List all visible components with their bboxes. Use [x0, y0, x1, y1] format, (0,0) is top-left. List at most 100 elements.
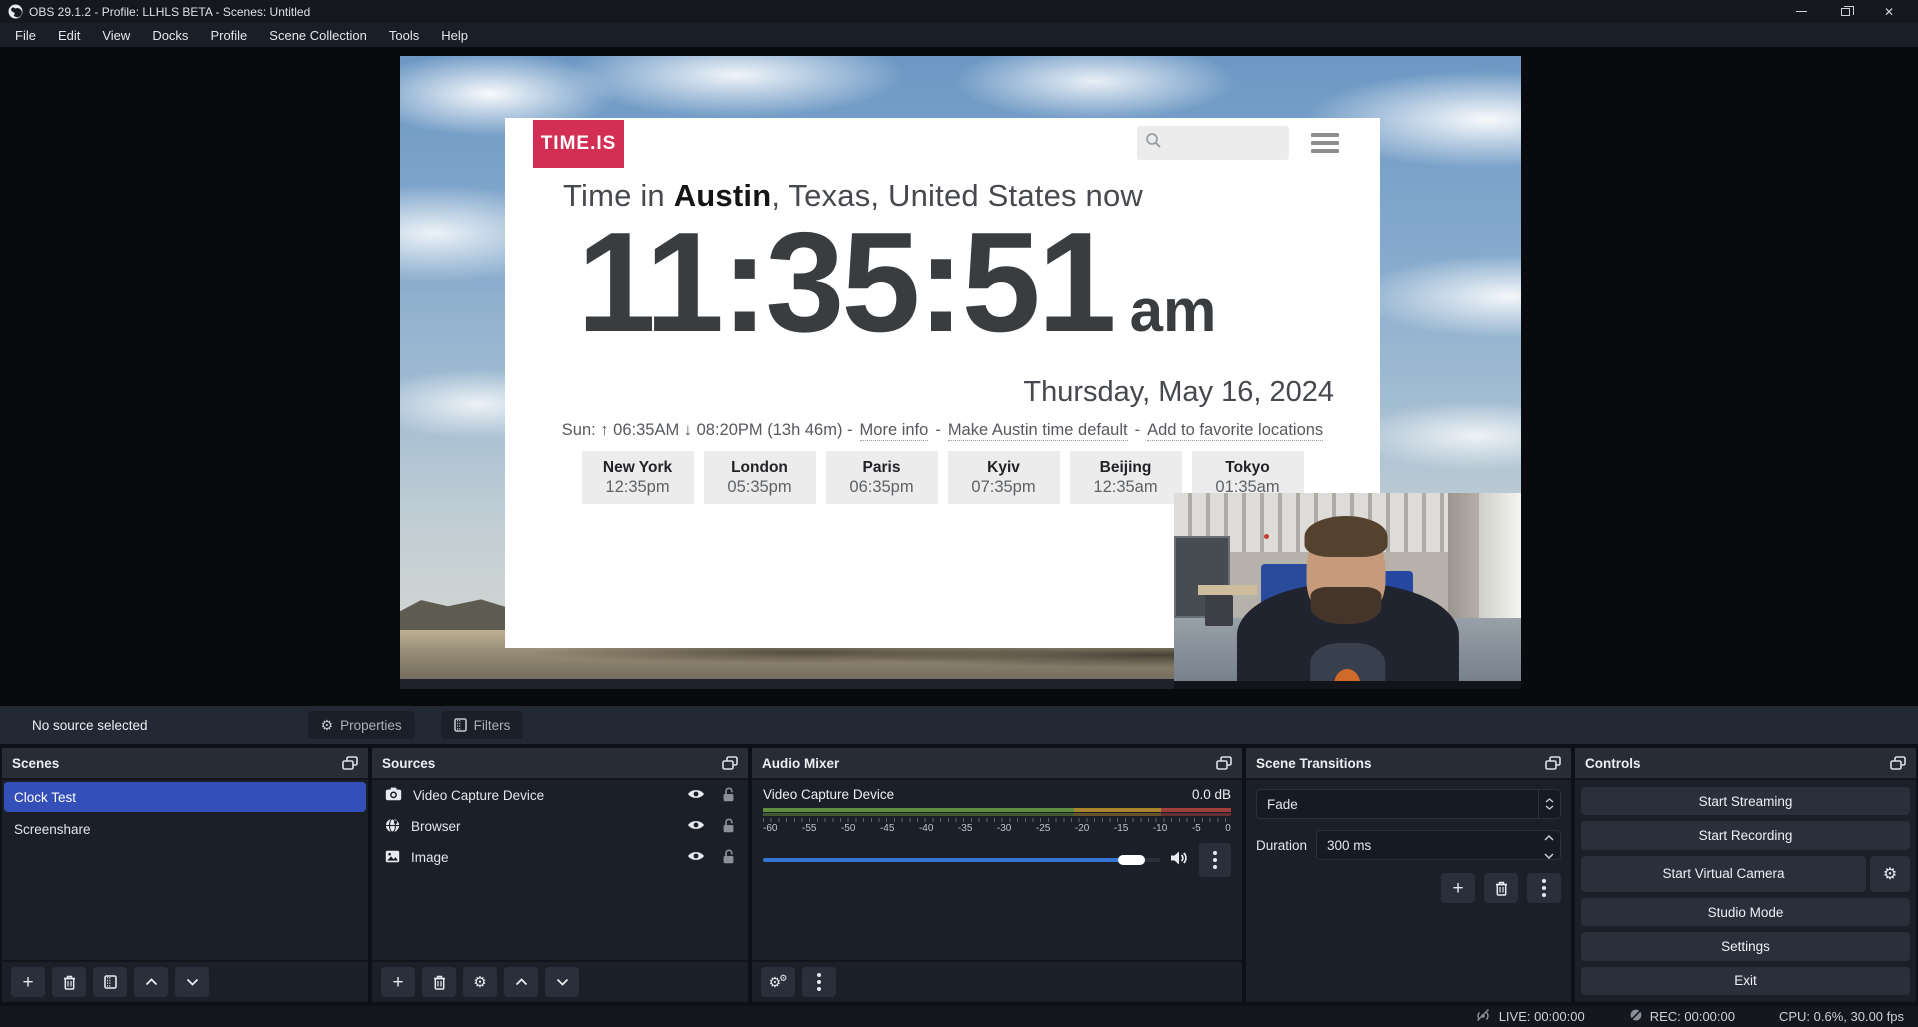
close-button[interactable]: ✕: [1874, 2, 1904, 22]
menu-edit[interactable]: Edit: [47, 23, 91, 47]
minimize-button[interactable]: [1786, 2, 1816, 22]
transition-options-button[interactable]: [1527, 873, 1561, 903]
make-default-link[interactable]: Make Austin time default: [948, 421, 1128, 441]
source-properties-button[interactable]: ⚙: [463, 967, 497, 997]
meter-bar-right: [763, 813, 1231, 816]
add-transition-button[interactable]: +: [1441, 873, 1475, 903]
start-streaming-button[interactable]: Start Streaming: [1581, 787, 1910, 815]
studio-mode-button[interactable]: Studio Mode: [1581, 898, 1910, 926]
scene-item-screenshare[interactable]: Screenshare: [4, 814, 366, 844]
move-source-down-button[interactable]: [545, 967, 579, 997]
speaker-icon[interactable]: [1170, 850, 1189, 871]
menu-profile[interactable]: Profile: [199, 23, 258, 47]
duration-label: Duration: [1256, 838, 1307, 853]
scenes-list: Clock Test Screenshare: [2, 780, 368, 960]
lock-open-icon[interactable]: [722, 818, 735, 836]
scene-item-clock-test[interactable]: Clock Test: [4, 782, 366, 812]
person-head: [1306, 524, 1386, 622]
meter-bar-left: [763, 808, 1231, 812]
meter-tick-marks: [763, 818, 1231, 822]
cpu-status: CPU: 0.6%, 30.00 fps: [1779, 1009, 1904, 1024]
popout-icon[interactable]: [1545, 756, 1561, 770]
move-source-up-button[interactable]: [504, 967, 538, 997]
world-clock-kyiv[interactable]: Kyiv07:35pm: [948, 451, 1060, 504]
menu-bar: File Edit View Docks Profile Scene Colle…: [0, 23, 1918, 47]
volume-slider-handle[interactable]: [1118, 855, 1145, 865]
timeis-logo[interactable]: TIME.IS: [533, 120, 624, 168]
menu-tools[interactable]: Tools: [378, 23, 430, 47]
big-clock: 11:35:51 am: [577, 206, 1216, 359]
remove-transition-button[interactable]: [1484, 873, 1518, 903]
add-scene-button[interactable]: +: [11, 967, 45, 997]
visibility-eye-icon[interactable]: [687, 850, 705, 865]
virtual-camera-settings-button[interactable]: ⚙: [1870, 856, 1910, 892]
image-icon: [385, 850, 400, 866]
mixer-options-button[interactable]: [1199, 843, 1231, 877]
menu-view[interactable]: View: [91, 23, 141, 47]
start-recording-button[interactable]: Start Recording: [1581, 821, 1910, 849]
visibility-eye-icon[interactable]: [687, 788, 705, 803]
settings-button[interactable]: Settings: [1581, 932, 1910, 960]
world-clock-beijing[interactable]: Beijing12:35am: [1070, 451, 1182, 504]
source-toolbar: No source selected ⚙ Properties Filters: [0, 706, 1918, 744]
preview-canvas[interactable]: TIME.IS Time in Austin, Texas, United St…: [400, 56, 1521, 689]
spin-up-icon[interactable]: [1544, 829, 1554, 844]
move-scene-down-button[interactable]: [175, 967, 209, 997]
window-title: OBS 29.1.2 - Profile: LLHLS BETA - Scene…: [29, 5, 1786, 19]
gear-icon: ⚙: [321, 717, 334, 734]
transition-select[interactable]: Fade: [1256, 789, 1561, 819]
audio-mixer-header: Audio Mixer: [752, 748, 1242, 780]
search-icon: [1145, 132, 1162, 154]
menu-docks[interactable]: Docks: [141, 23, 199, 47]
menu-help[interactable]: Help: [430, 23, 479, 47]
maximize-button[interactable]: [1830, 2, 1860, 22]
remove-source-button[interactable]: [422, 967, 456, 997]
visibility-eye-icon[interactable]: [687, 819, 705, 834]
scene-filters-button[interactable]: [93, 967, 127, 997]
volume-slider[interactable]: [763, 854, 1160, 866]
current-date: Thursday, May 16, 2024: [1023, 376, 1334, 409]
popout-icon[interactable]: [1890, 756, 1906, 770]
link-separator: -: [935, 421, 941, 441]
controls-panel: Controls Start Streaming Start Recording…: [1575, 748, 1916, 1002]
stream-inactive-icon: [1474, 1008, 1492, 1025]
world-clock-london[interactable]: London05:35pm: [704, 451, 816, 504]
person-hair: [1304, 516, 1387, 557]
duration-input[interactable]: 300 ms: [1316, 830, 1561, 860]
source-item-browser[interactable]: Browser: [372, 811, 748, 842]
add-source-button[interactable]: +: [381, 967, 415, 997]
more-info-link[interactable]: More info: [860, 421, 929, 441]
search-input[interactable]: [1137, 126, 1289, 160]
world-clock-paris[interactable]: Paris06:35pm: [826, 451, 938, 504]
scenes-panel: Scenes Clock Test Screenshare +: [2, 748, 368, 1002]
source-item-image[interactable]: Image: [372, 842, 748, 873]
menu-file[interactable]: File: [4, 23, 47, 47]
obs-logo-icon: [8, 4, 23, 19]
mixer-menu-button[interactable]: [802, 967, 836, 997]
popout-icon[interactable]: [342, 756, 358, 770]
workspace: TIME.IS Time in Austin, Texas, United St…: [0, 47, 1918, 706]
popout-icon[interactable]: [722, 756, 738, 770]
exit-button[interactable]: Exit: [1581, 967, 1910, 995]
spin-down-icon[interactable]: [1544, 847, 1554, 862]
lock-open-icon[interactable]: [722, 787, 735, 805]
world-clock-newyork[interactable]: New York12:35pm: [582, 451, 694, 504]
sun-times: Sun: ↑ 06:35AM ↓ 08:20PM (13h 46m) -: [562, 421, 853, 441]
advanced-audio-button[interactable]: ⚙⚙: [761, 967, 795, 997]
transitions-header: Scene Transitions: [1246, 748, 1571, 780]
hamburger-menu-icon[interactable]: [1311, 130, 1341, 156]
menu-scene-collection[interactable]: Scene Collection: [258, 23, 378, 47]
transitions-content: Fade Duration 300 ms: [1246, 780, 1571, 1002]
remove-scene-button[interactable]: [52, 967, 86, 997]
camera-icon: [385, 787, 402, 804]
move-scene-up-button[interactable]: [134, 967, 168, 997]
properties-button[interactable]: ⚙ Properties: [308, 711, 415, 739]
dock-area: Scenes Clock Test Screenshare +: [0, 744, 1918, 1006]
popout-icon[interactable]: [1216, 756, 1232, 770]
lock-open-icon[interactable]: [722, 849, 735, 867]
add-favorite-link[interactable]: Add to favorite locations: [1147, 421, 1323, 441]
filters-button[interactable]: Filters: [441, 711, 524, 739]
start-virtual-camera-button[interactable]: Start Virtual Camera: [1581, 856, 1866, 892]
source-item-video-capture[interactable]: Video Capture Device: [372, 780, 748, 811]
record-inactive-icon: [1629, 1008, 1643, 1025]
